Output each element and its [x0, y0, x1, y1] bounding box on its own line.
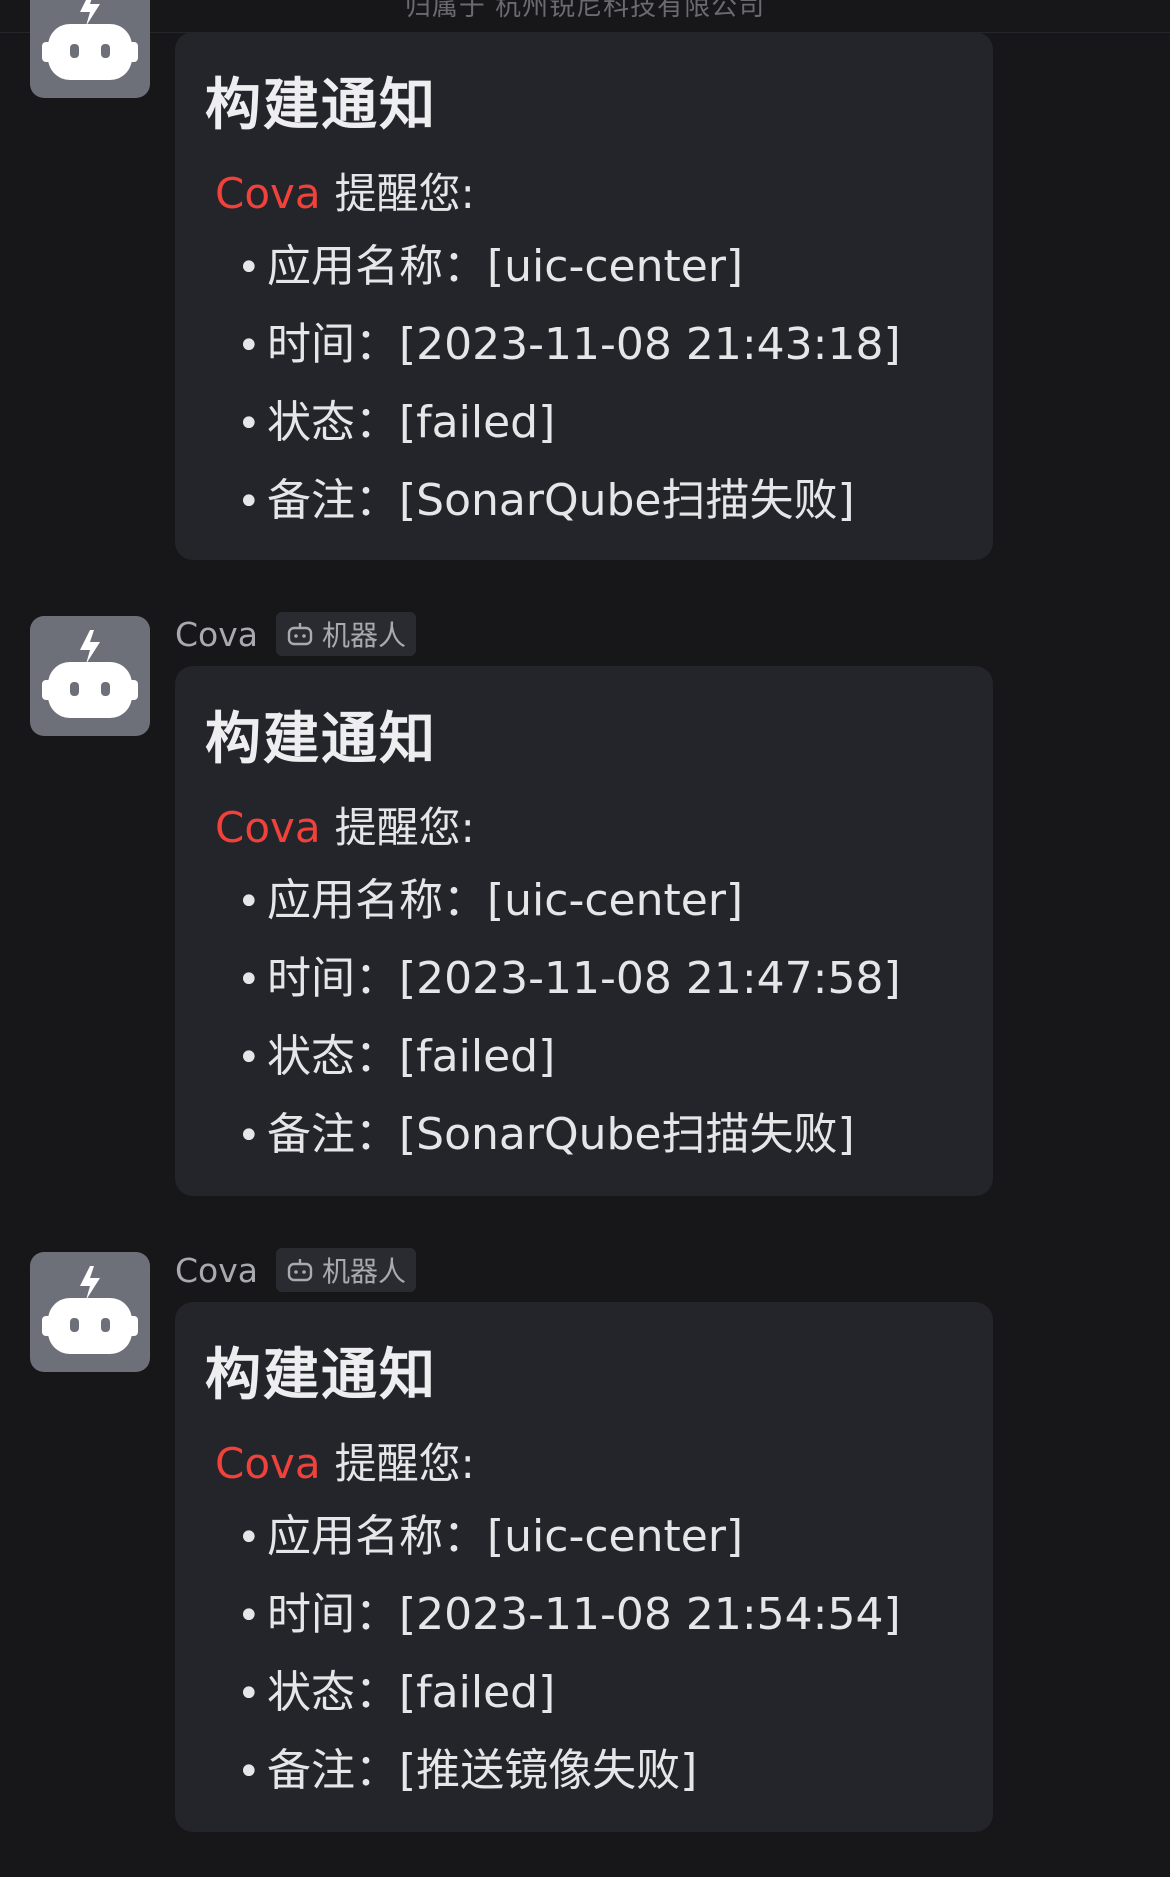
list-item: • 应用名称：[uic-center]: [237, 1511, 744, 1562]
list-item: • 状态：[failed]: [237, 1031, 556, 1082]
mention-line: Cova 提醒您:: [215, 794, 475, 855]
robot-icon: [42, 1266, 138, 1354]
list-item: • 时间：[2023-11-08 21:47:58]: [237, 953, 901, 1004]
mention-user[interactable]: Cova: [215, 1439, 321, 1488]
detail-list: • 应用名称：[uic-center] • 时间：[2023-11-08 21:43…: [237, 228, 901, 540]
mention-user[interactable]: Cova: [215, 803, 321, 852]
mention-line: Cova 提醒您:: [215, 160, 475, 221]
bot-tag-label: 机器人: [321, 619, 406, 652]
sender-name[interactable]: Cova: [175, 1251, 258, 1290]
sender-name[interactable]: Cova: [175, 615, 258, 654]
robot-icon: [287, 1259, 313, 1282]
list-item: • 时间：[2023-11-08 21:54:54]: [237, 1589, 901, 1640]
mention-text: 提醒您:: [334, 169, 475, 218]
list-item: • 备注：[SonarQube扫描失败]: [237, 475, 855, 526]
card-title: 构建通知: [205, 707, 437, 772]
bot-avatar[interactable]: [30, 616, 150, 736]
detail-list: • 应用名称：[uic-center] • 时间：[2023-11-08 21:47…: [237, 862, 901, 1174]
org-header: 归属于 杭州锐尼科技有限公司: [0, 0, 1170, 33]
list-item: • 应用名称：[uic-center]: [237, 875, 744, 926]
bot-tag: 机器人: [275, 612, 416, 656]
mention-user[interactable]: Cova: [215, 169, 321, 218]
bot-avatar[interactable]: [30, 0, 150, 98]
mention-text: 提醒您:: [334, 803, 475, 852]
robot-icon: [42, 0, 138, 80]
bot-tag-label: 机器人: [321, 1255, 406, 1288]
list-item: • 应用名称：[uic-center]: [237, 241, 744, 292]
list-item: • 备注：[SonarQube扫描失败]: [237, 1109, 855, 1160]
list-item: • 备注：[推送镜像失败]: [237, 1745, 698, 1796]
sender-row: Cova 机器人: [175, 1248, 416, 1292]
mention-line: Cova 提醒您:: [215, 1430, 475, 1491]
build-notification-card[interactable]: 构建通知 Cova 提醒您: • 应用名称：[uic-center] • 时间：[20…: [175, 32, 993, 560]
list-item: • 状态：[failed]: [237, 1667, 556, 1718]
list-item: • 时间：[2023-11-08 21:43:18]: [237, 319, 901, 370]
bot-avatar[interactable]: [30, 1252, 150, 1372]
build-notification-card[interactable]: 构建通知 Cova 提醒您: • 应用名称：[uic-center] • 时间：[20…: [175, 1302, 993, 1832]
robot-icon: [287, 623, 313, 646]
org-subtitle: 归属于 杭州锐尼科技有限公司: [404, 0, 766, 22]
sender-row: Cova 机器人: [175, 612, 416, 656]
detail-list: • 应用名称：[uic-center] • 时间：[2023-11-08 21:54…: [237, 1498, 901, 1810]
bot-tag: 机器人: [275, 1248, 416, 1292]
list-item: • 状态：[failed]: [237, 397, 556, 448]
robot-icon: [42, 630, 138, 718]
card-title: 构建通知: [205, 1343, 437, 1408]
card-title: 构建通知: [205, 73, 437, 138]
build-notification-card[interactable]: 构建通知 Cova 提醒您: • 应用名称：[uic-center] • 时间：[20…: [175, 666, 993, 1196]
mention-text: 提醒您:: [334, 1439, 475, 1488]
